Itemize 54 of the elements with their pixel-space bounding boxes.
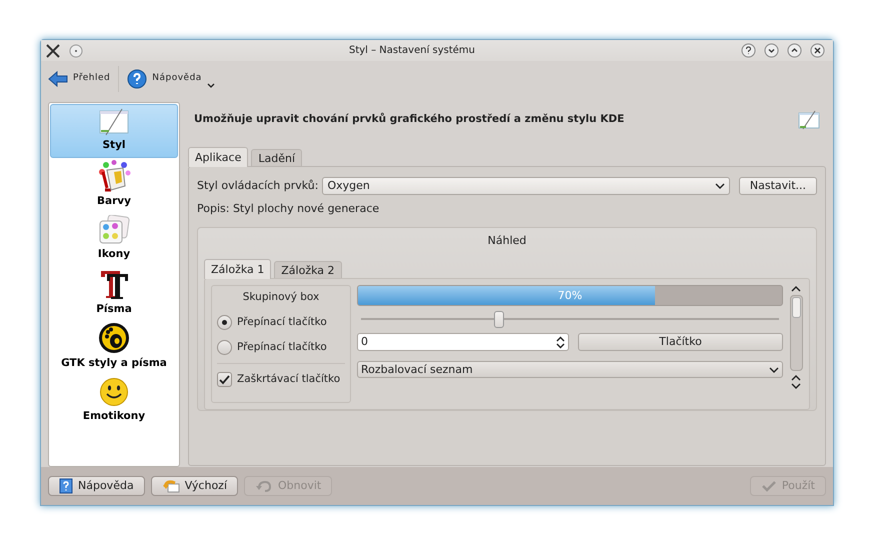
undo-arrow-icon xyxy=(162,479,180,493)
sidebar-item[interactable]: Barvy xyxy=(50,158,178,212)
tab[interactable]: Aplikace xyxy=(188,147,248,167)
sidebar-item[interactable]: Ikony xyxy=(50,212,178,266)
scrollbar[interactable] xyxy=(790,295,802,372)
scroll-down-icon[interactable] xyxy=(791,382,801,390)
smiley-icon xyxy=(99,377,129,408)
radio-button[interactable]: Přepínací tlačítko xyxy=(217,335,345,360)
window-style-icon xyxy=(798,110,820,130)
minimize-button[interactable] xyxy=(764,43,779,58)
tab[interactable]: Záložka 2 xyxy=(274,261,342,278)
sidebar-item[interactable]: GTK styly a písma xyxy=(50,320,178,374)
checkbox-box[interactable] xyxy=(217,372,232,388)
sidebar-item[interactable]: Styl xyxy=(50,104,178,158)
help-icon xyxy=(127,69,148,89)
maximize-button[interactable] xyxy=(787,43,802,58)
scroll-up-icon[interactable] xyxy=(791,285,801,294)
radio-button[interactable]: Přepínací tlačítko xyxy=(217,310,345,336)
description-text: Popis: Styl plochy nové generace xyxy=(197,201,380,217)
sidebar-item[interactable]: Písma xyxy=(50,266,178,320)
slider-handle[interactable] xyxy=(494,311,504,328)
preview-button[interactable]: Tlačítko xyxy=(578,333,783,352)
toolbar-button[interactable]: Přehled xyxy=(48,71,110,87)
undo-arrow-icon xyxy=(255,479,274,493)
check-icon xyxy=(760,480,777,492)
help-book-icon xyxy=(59,478,73,494)
configure-button[interactable]: Nastavit... xyxy=(738,177,817,195)
toolbar-button[interactable]: Nápověda xyxy=(127,69,215,89)
window-style-icon xyxy=(98,108,130,136)
help-button[interactable] xyxy=(741,43,756,58)
scroll-up-icon[interactable] xyxy=(791,374,801,382)
checkbox[interactable]: Zaškrtávací tlačítko xyxy=(217,367,345,392)
header-text: Umožňuje upravit chování prvků grafického prostředí a změnu stylu KDE xyxy=(194,112,626,128)
back-arrow-icon xyxy=(48,71,68,87)
caret-icon xyxy=(714,183,725,189)
sidebar-item[interactable]: Emotikony xyxy=(50,374,178,428)
preview-dropdown[interactable]: Rozbalovací seznam xyxy=(357,361,783,378)
caret-icon xyxy=(206,82,215,88)
spin-arrows-icon[interactable] xyxy=(556,336,565,349)
spin-box[interactable]: 0 xyxy=(357,333,569,352)
caret-icon xyxy=(769,366,779,373)
serif-letter-icon xyxy=(98,268,130,300)
preview-title: Náhled xyxy=(488,232,526,248)
progress-text: 70% xyxy=(556,288,584,304)
tab[interactable]: Záložka 1 xyxy=(204,259,272,280)
tab[interactable]: Ladění xyxy=(251,149,302,166)
style-dropdown[interactable]: Oxygen xyxy=(322,177,730,195)
group-title: Skupinový box xyxy=(242,290,320,306)
icons-palette-icon xyxy=(98,215,130,246)
dialog-button[interactable]: Výchozí xyxy=(150,476,238,496)
dialog-button[interactable]: Nápověda xyxy=(48,476,145,496)
field-label: Styl ovládacích prvků: xyxy=(197,178,318,194)
window-title: Styl – Nastavení systému xyxy=(348,44,476,58)
close-button[interactable] xyxy=(810,43,825,58)
